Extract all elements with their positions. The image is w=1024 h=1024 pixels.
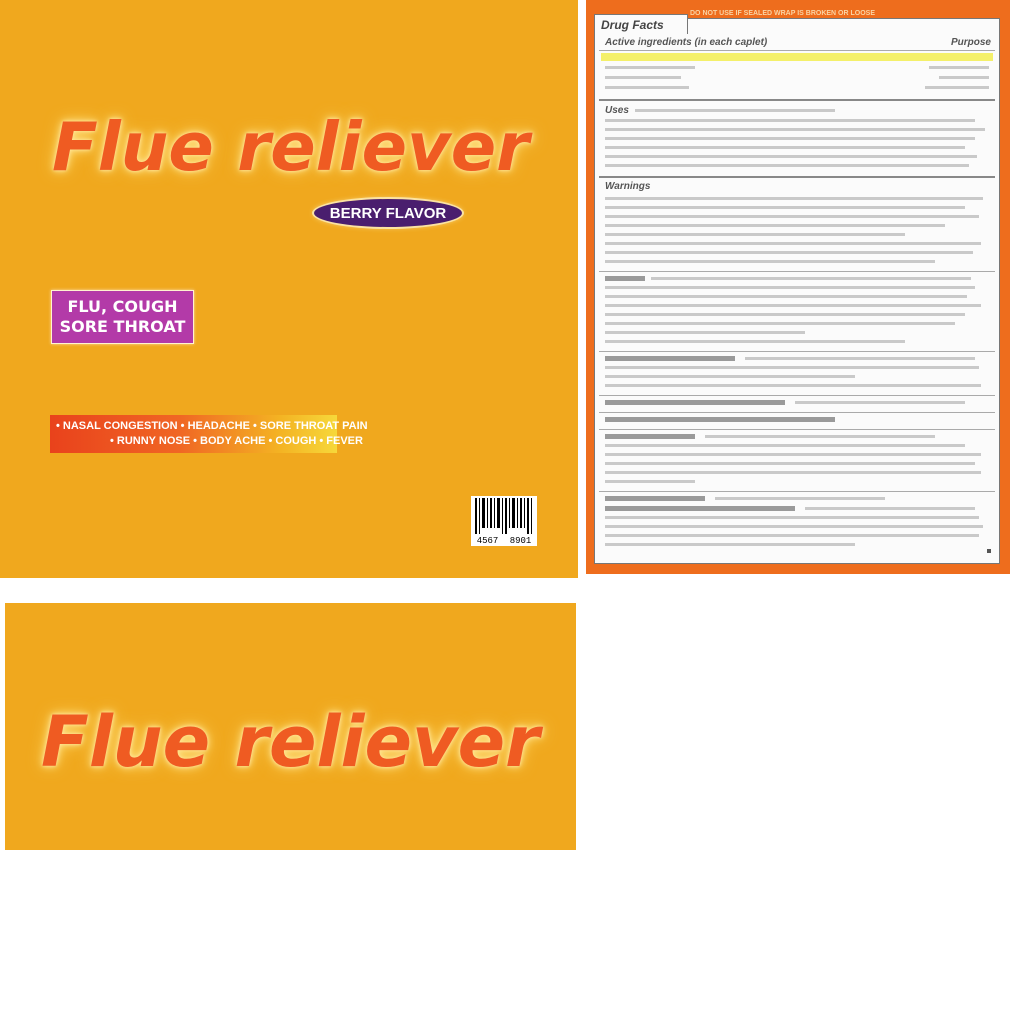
divider bbox=[599, 412, 995, 413]
warnings-line bbox=[605, 462, 975, 465]
divider bbox=[599, 491, 995, 492]
flavor-badge: BERRY FLAVOR bbox=[314, 199, 462, 227]
do-not-use-label bbox=[605, 276, 645, 281]
warnings-line bbox=[605, 260, 935, 263]
ingredient-line bbox=[605, 66, 695, 69]
barcode-left-digits: 4567 bbox=[476, 536, 499, 546]
section-divider bbox=[599, 99, 995, 101]
warnings-line bbox=[605, 471, 981, 474]
warnings-line bbox=[605, 206, 965, 209]
symptoms-line2: • RUNNY NOSE • BODY ACHE • COUGH • FEVER bbox=[110, 435, 363, 447]
warnings-line bbox=[605, 525, 983, 528]
drug-facts-box: Active ingredients (in each caplet) Purp… bbox=[594, 18, 1000, 564]
warnings-line bbox=[605, 251, 973, 254]
divider bbox=[599, 271, 995, 272]
warnings-line bbox=[605, 366, 979, 369]
barcode: 4567 8901 bbox=[471, 496, 537, 546]
warnings-line bbox=[605, 375, 855, 378]
uses-line bbox=[605, 137, 975, 140]
indication-box: FLU, COUGH SORE THROAT bbox=[51, 290, 194, 344]
side-panel: Flue reliever bbox=[5, 603, 576, 850]
warnings-line bbox=[605, 295, 967, 298]
warnings-line bbox=[605, 286, 975, 289]
pregnant-label bbox=[605, 496, 705, 501]
drug-facts-panel: DO NOT USE IF SEALED WRAP IS BROKEN OR L… bbox=[586, 0, 1010, 574]
warnings-line bbox=[745, 357, 975, 360]
warnings-header: Warnings bbox=[605, 181, 651, 192]
ingredient-line bbox=[605, 86, 689, 89]
divider bbox=[599, 351, 995, 352]
purpose-line bbox=[925, 86, 989, 89]
warnings-line bbox=[605, 480, 695, 483]
indication-line2: SORE THROAT bbox=[59, 317, 186, 336]
drug-facts-tab: Drug Facts bbox=[594, 14, 688, 34]
barcode-right-digits: 8901 bbox=[509, 536, 532, 546]
front-panel: Flue reliever BERRY FLAVOR FLU, COUGH SO… bbox=[0, 0, 578, 578]
purpose-header: Purpose bbox=[950, 37, 991, 48]
indication-line1: FLU, COUGH bbox=[67, 297, 178, 316]
warnings-line bbox=[605, 233, 905, 236]
brand-name: Flue reliever bbox=[52, 108, 530, 186]
continue-arrow-icon bbox=[987, 549, 991, 553]
side-brand-name: Flue reliever bbox=[41, 701, 540, 783]
warnings-line bbox=[605, 453, 981, 456]
warnings-line bbox=[805, 507, 975, 510]
barcode-bars-icon bbox=[475, 498, 532, 534]
warnings-line bbox=[605, 242, 981, 245]
active-ingredients-header: Active ingredients (in each caplet) bbox=[605, 37, 768, 48]
uses-line bbox=[605, 155, 977, 158]
purpose-line bbox=[939, 76, 989, 79]
keep-out-label bbox=[605, 506, 795, 511]
symptoms-banner: • NASAL CONGESTION • HEADACHE • SORE THR… bbox=[50, 415, 368, 453]
warnings-line bbox=[605, 543, 855, 546]
warnings-line bbox=[651, 277, 971, 280]
uses-line bbox=[635, 109, 835, 112]
purpose-line bbox=[929, 66, 989, 69]
ask-pharmacist-label bbox=[605, 400, 785, 405]
warnings-line bbox=[715, 497, 885, 500]
warnings-line bbox=[605, 534, 979, 537]
warnings-line bbox=[605, 516, 979, 519]
warnings-line bbox=[705, 435, 935, 438]
highlighted-ingredient-row bbox=[601, 53, 993, 61]
section-divider bbox=[599, 176, 995, 178]
uses-header: Uses bbox=[605, 105, 629, 116]
warnings-line bbox=[605, 322, 955, 325]
symptoms-line1: • NASAL CONGESTION • HEADACHE • SORE THR… bbox=[56, 420, 368, 432]
warnings-line bbox=[795, 401, 965, 404]
warnings-line bbox=[605, 304, 981, 307]
warnings-line bbox=[605, 384, 981, 387]
uses-line bbox=[605, 164, 969, 167]
warnings-line bbox=[605, 444, 965, 447]
warnings-line bbox=[605, 340, 905, 343]
warnings-line bbox=[605, 313, 965, 316]
uses-line bbox=[605, 146, 965, 149]
warnings-line bbox=[605, 331, 805, 334]
ask-doctor-label bbox=[605, 356, 735, 361]
warnings-line bbox=[605, 197, 983, 200]
warnings-line bbox=[605, 215, 979, 218]
divider bbox=[599, 50, 995, 51]
stop-use-label bbox=[605, 434, 695, 439]
when-using-label bbox=[605, 417, 835, 422]
divider bbox=[599, 395, 995, 396]
warnings-line bbox=[605, 224, 945, 227]
divider bbox=[599, 429, 995, 430]
ingredient-line bbox=[605, 76, 681, 79]
uses-line bbox=[605, 119, 975, 122]
uses-line bbox=[605, 128, 985, 131]
